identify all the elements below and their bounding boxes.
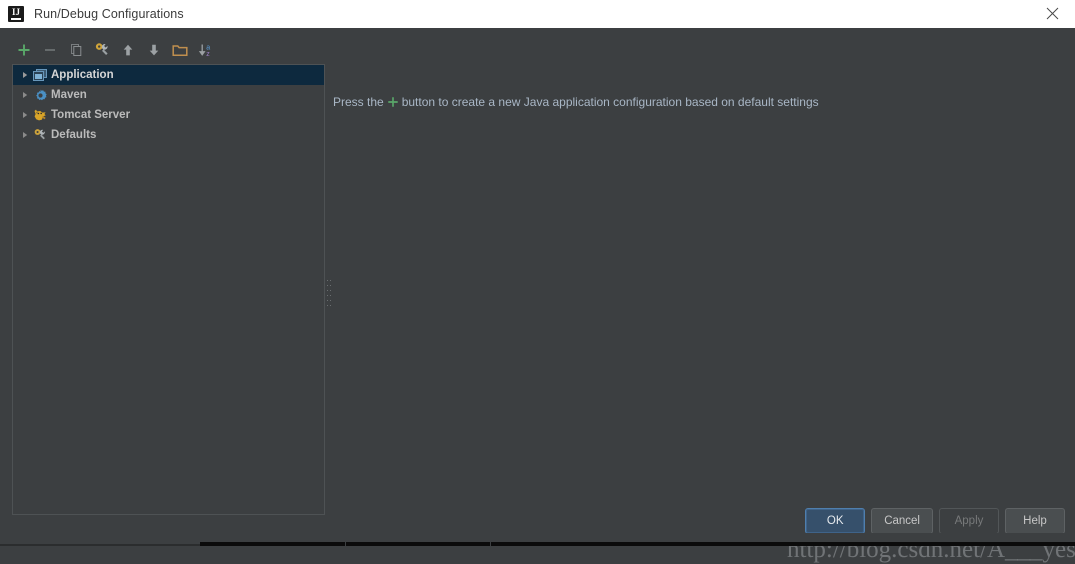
triangle-right-icon[interactable] — [18, 65, 31, 85]
wrench-gear-icon — [31, 125, 49, 145]
copy-configuration-button[interactable] — [64, 38, 88, 62]
desktop-bottom-strip — [0, 533, 1075, 546]
folder-icon — [172, 45, 188, 56]
triangle-right-icon[interactable] — [18, 85, 31, 105]
configurations-toolbar: a z — [12, 38, 218, 62]
cancel-button[interactable]: Cancel — [871, 508, 933, 534]
maven-gear-icon — [31, 85, 49, 105]
tree-item-label: Maven — [51, 89, 87, 101]
apply-button: Apply — [939, 508, 999, 534]
tree-item-maven[interactable]: Maven — [13, 85, 324, 105]
drag-grip-icon[interactable] — [327, 280, 331, 306]
tree-item-application[interactable]: Application — [13, 65, 324, 85]
tree-item-label: Defaults — [51, 129, 97, 141]
svg-text:z: z — [206, 51, 210, 58]
copy-icon — [71, 44, 82, 56]
move-down-button[interactable] — [142, 38, 166, 62]
close-button[interactable] — [1029, 0, 1075, 27]
window-title: Run/Debug Configurations — [34, 7, 184, 21]
dialog-body: a z Application Maven Tomcat Server Defa… — [0, 28, 1075, 563]
edit-defaults-button[interactable] — [90, 38, 114, 62]
wrench-gear-icon — [95, 43, 108, 55]
arrow-down-icon — [149, 44, 159, 56]
minus-icon — [45, 49, 55, 51]
sort-alphabetically-button[interactable]: a z — [194, 38, 218, 62]
tree-item-label: Application — [51, 69, 114, 81]
run-debug-configurations-dialog: IJ Run/Debug Configurations a z Applicat… — [0, 0, 1075, 563]
help-button[interactable]: Help — [1005, 508, 1065, 534]
tree-item-defaults[interactable]: Defaults — [13, 125, 324, 145]
sort-az-icon: a z — [198, 44, 210, 58]
ok-button[interactable]: OK — [805, 508, 866, 534]
close-icon — [1046, 7, 1058, 20]
title-bar: IJ Run/Debug Configurations — [0, 0, 1075, 29]
move-up-button[interactable] — [116, 38, 140, 62]
application-icon — [31, 65, 49, 85]
tree-item-tomcat-server[interactable]: Tomcat Server — [13, 105, 324, 125]
intellij-idea-logo-icon: IJ — [8, 6, 24, 22]
configuration-details-panel: Press the button to create a new Java ap… — [333, 64, 1063, 515]
create-folder-button[interactable] — [168, 38, 192, 62]
remove-configuration-button[interactable] — [38, 38, 62, 62]
add-configuration-button[interactable] — [12, 38, 36, 62]
hint-suffix: button to create a new Java application … — [401, 95, 819, 109]
configurations-tree[interactable]: Application Maven Tomcat Server Defaults — [12, 64, 325, 515]
tree-item-label: Tomcat Server — [51, 109, 131, 121]
triangle-right-icon[interactable] — [18, 105, 31, 125]
arrow-up-icon — [123, 44, 133, 56]
plus-icon — [387, 96, 399, 108]
plus-icon — [18, 44, 30, 56]
empty-state-hint: Press the button to create a new Java ap… — [333, 95, 819, 109]
tomcat-cat-icon — [31, 105, 49, 125]
dialog-button-bar: OK Cancel Apply Help — [805, 508, 1065, 534]
triangle-right-icon[interactable] — [18, 125, 31, 145]
panel-splitter[interactable] — [325, 64, 333, 515]
hint-prefix: Press the — [333, 95, 384, 109]
